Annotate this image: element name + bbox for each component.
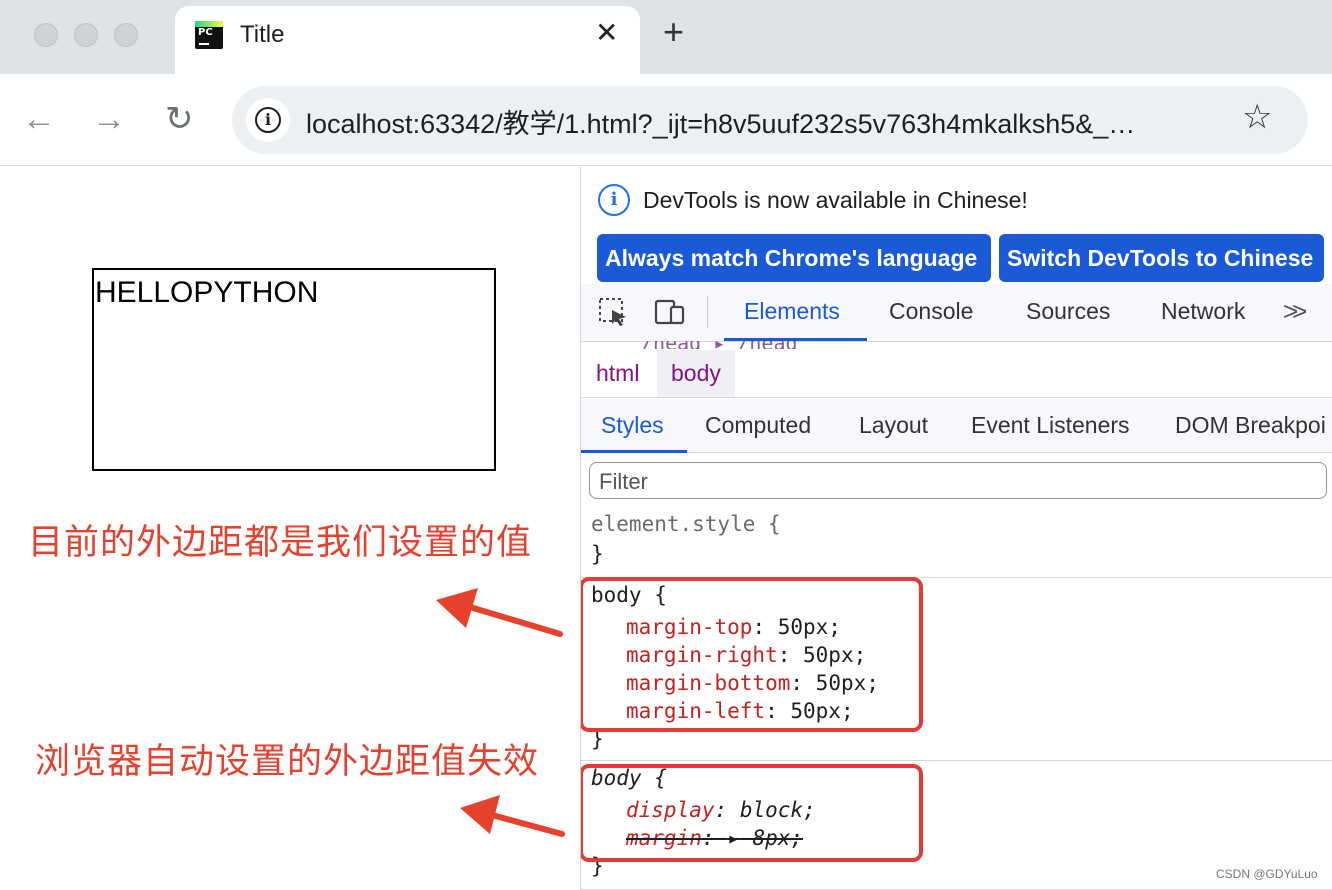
zoom-window-button[interactable] [114,23,138,47]
annotation-note-1: 目前的外边距都是我们设置的值 [28,523,533,563]
watermark: CSDN @GDYuLuo [1216,867,1318,881]
devtools-panel: i DevTools is now available in Chinese! … [580,167,1332,890]
tab-sources[interactable]: Sources [1026,298,1110,325]
styles-filter-input[interactable]: Filter [589,462,1327,499]
breadcrumb-body[interactable]: body [657,350,735,397]
bookmark-star-icon[interactable]: ☆ [1242,100,1272,134]
demo-box: HELLOPYTHON [92,268,496,471]
tab-elements[interactable]: Elements [744,298,840,325]
always-match-language-button[interactable]: Always match Chrome's language [597,234,991,282]
element-style-selector: element.style { [591,512,781,536]
back-button[interactable]: ← [22,102,56,136]
subtab-event-listeners[interactable]: Event Listeners [971,412,1130,439]
device-toolbar-icon[interactable] [654,297,686,327]
highlight-box-author-rule [581,577,923,732]
breadcrumb: html body [581,350,1332,398]
annotation-note-2: 浏览器自动设置的外边距值失效 [35,742,540,782]
info-icon: i [598,184,630,216]
demo-box-text: HELLOPYTHON [95,276,319,309]
inspect-element-icon[interactable] [598,297,630,327]
styles-subtabs: Styles Computed Layout Event Listeners D… [581,399,1332,453]
infobar-message: DevTools is now available in Chinese! [643,187,1028,213]
devtools-main-tabs: Elements Console Sources Network >> [581,284,1332,342]
toolbar-divider [707,296,708,328]
info-icon: i [255,107,281,133]
element-style-close: } [591,542,604,566]
tab-close-icon[interactable]: ✕ [595,19,618,47]
pycharm-favicon-icon: PC [195,21,223,49]
highlight-box-ua-rule [581,764,923,862]
tab-title: Title [240,21,285,48]
more-tabs-icon[interactable]: >> [1283,296,1308,327]
breadcrumb-html[interactable]: html [582,350,653,397]
reload-button[interactable]: ↻ [165,102,194,136]
switch-to-chinese-button[interactable]: Switch DevTools to Chinese [999,234,1324,282]
language-infobar: i DevTools is now available in Chinese! … [581,167,1332,284]
close-window-button[interactable] [34,23,58,47]
tab-network[interactable]: Network [1161,298,1245,325]
address-bar[interactable]: i localhost:63342/教学/1.html?_ijt=h8v5uuf… [232,86,1308,154]
subtab-layout[interactable]: Layout [859,412,928,439]
dom-tree-peek: /head ▸ /head [641,341,841,349]
forward-button[interactable]: → [92,102,126,136]
site-info-button[interactable]: i [246,98,290,142]
minimize-window-button[interactable] [74,23,98,47]
tab-strip: PC Title ✕ + [0,0,1332,75]
browser-toolbar: ← → ↻ i localhost:63342/教学/1.html?_ijt=h… [0,74,1332,166]
filter-placeholder: Filter [599,469,648,494]
tab-console[interactable]: Console [889,298,973,325]
url-text[interactable]: localhost:63342/教学/1.html?_ijt=h8v5uuf23… [306,102,1226,141]
new-tab-button[interactable]: + [663,14,684,50]
element-style-rule: element.style { } [581,507,1332,578]
active-subtab-indicator [581,450,687,453]
subtab-styles[interactable]: Styles [601,412,664,439]
subtab-computed[interactable]: Computed [705,412,811,439]
subtab-dom-breakpoints[interactable]: DOM Breakpoi [1175,412,1326,439]
browser-tab[interactable]: PC Title ✕ [175,6,640,75]
